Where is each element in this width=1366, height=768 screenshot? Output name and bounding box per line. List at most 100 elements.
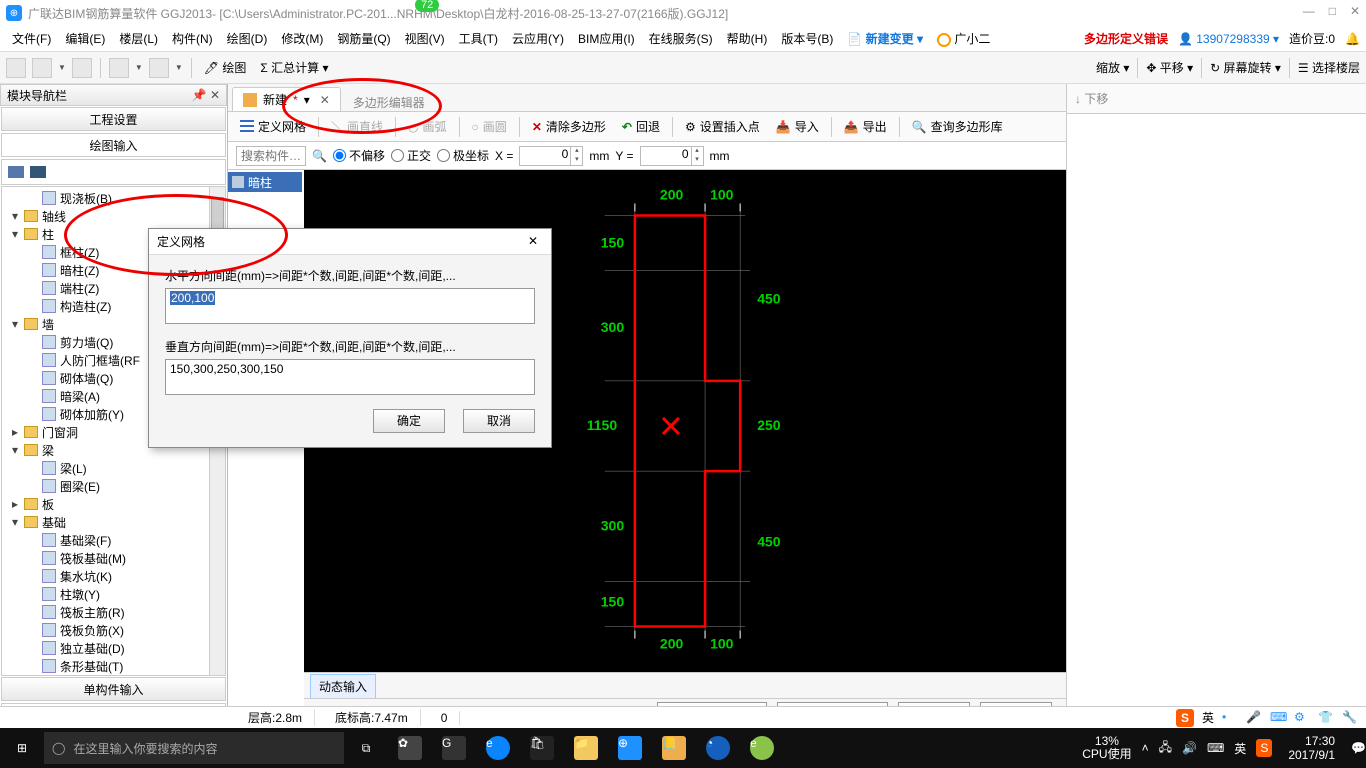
close-button[interactable]: ✕ [1350,4,1360,18]
btn-define-grid[interactable]: 定义网格 [236,116,310,137]
tb-zoom[interactable]: 缩放 ▾ [1096,59,1129,76]
btn-clear-polygon[interactable]: ✕ 清除多边形 [528,116,610,137]
dialog-ok[interactable]: 确定 [373,409,445,433]
menu-modify[interactable]: 修改(M) [275,28,329,49]
tree-node[interactable]: 集水坑(K) [2,567,225,585]
menu-file[interactable]: 文件(F) [6,28,57,49]
tb-pan[interactable]: ✥ 平移 ▾ [1146,59,1193,76]
menu-view[interactable]: 视图(V) [399,28,451,49]
user-small[interactable]: 广小二 [931,28,996,49]
btn-undo[interactable]: ↶ 回退 [618,116,664,137]
tray-sogou[interactable]: S [1256,739,1272,757]
tab-close[interactable]: ✕ [320,93,330,107]
ime-lang[interactable]: 英 [1202,709,1214,726]
tree-node[interactable]: 现浇板(B) [2,189,225,207]
notification-icon[interactable]: 🔔 [1345,32,1360,46]
tb-rotate[interactable]: ↻ 屏幕旋转 ▾ [1210,59,1281,76]
tree-node[interactable]: 筏板负筋(X) [2,621,225,639]
lp-ic1[interactable] [8,166,24,178]
tree-node[interactable]: 独立基础(D) [2,639,225,657]
tb-undo[interactable] [109,58,129,78]
menu-online[interactable]: 在线服务(S) [643,28,719,49]
component-search[interactable] [236,146,306,166]
credit-label[interactable]: 造价豆:0 [1289,30,1335,47]
dialog-cancel[interactable]: 取消 [463,409,535,433]
tray-kbd[interactable]: ⌨ [1207,741,1224,755]
tree-node[interactable]: ▾基础 [2,513,225,531]
tb-ggj[interactable]: ⊕ [608,728,652,768]
btn-search-lib[interactable]: 🔍 查询多边形库 [908,116,1007,137]
account-link[interactable]: 👤 13907298339 ▾ [1178,32,1279,46]
tb-app5[interactable]: e [740,728,784,768]
radio-no-offset[interactable]: 不偏移 [333,147,385,164]
ime-sogou-icon[interactable]: S [1176,709,1194,727]
btn-draw-circle[interactable]: ○ 画圆 [468,116,511,137]
btn-import[interactable]: 📥 导入 [772,116,823,137]
x-input[interactable]: 0▴▾ [519,146,583,166]
btn-move-down[interactable]: ↓ 下移 [1075,90,1108,107]
tb-store[interactable]: 🛍 [520,728,564,768]
dialog-close[interactable]: ✕ [523,232,543,252]
tree-node[interactable]: 柱墩(Y) [2,585,225,603]
tray-net[interactable]: 🖧 [1159,738,1172,759]
ime-ic6[interactable]: 🔧 [1342,710,1358,726]
menu-version[interactable]: 版本号(B) [775,28,839,49]
menu-tools[interactable]: 工具(T) [453,28,504,49]
tray-notifications[interactable]: 💬 [1351,741,1366,755]
tab-new-component[interactable]: 新建* ▾ ✕ [232,87,341,111]
btn-export[interactable]: 📤 导出 [840,116,891,137]
btn-set-insert[interactable]: ⚙ 设置插入点 [681,116,764,137]
ime-ic3[interactable]: ⌨ [1270,710,1286,726]
tree-node[interactable]: ▾轴线 [2,207,225,225]
menu-rebar[interactable]: 钢筋量(Q) [331,28,396,49]
tb-save[interactable] [72,58,92,78]
ime-ic2[interactable]: 🎤 [1246,710,1262,726]
tree-node[interactable]: 基础梁(F) [2,531,225,549]
menu-draw[interactable]: 绘图(D) [221,28,274,49]
tray-vol[interactable]: 🔊 [1182,741,1197,755]
new-change-button[interactable]: 📄 新建变更 ▾ [841,28,929,49]
v-spacing-input[interactable]: 150,300,250,300,150 [165,359,535,395]
left-panel-close[interactable]: ✕ [210,88,220,102]
ime-ic1[interactable]: • [1222,710,1238,726]
tree-node[interactable]: 桩承台(V) [2,675,225,676]
tb-edge[interactable]: e [476,728,520,768]
tree-node[interactable]: 条形基础(T) [2,657,225,675]
menu-cloud[interactable]: 云应用(Y) [506,28,570,49]
tree-node[interactable]: 筏板基础(M) [2,549,225,567]
btn-dynamic-input[interactable]: 动态输入 [310,674,376,699]
tree-node[interactable]: ▸板 [2,495,225,513]
tb-new[interactable] [6,58,26,78]
tb-draw[interactable]: 🖊 绘图 [200,59,251,76]
tab-single-input[interactable]: 单构件输入 [1,677,226,701]
tree-node[interactable]: 圈梁(E) [2,477,225,495]
radio-polar[interactable]: 极坐标 [437,147,489,164]
tb-app4[interactable]: ◔ [696,728,740,768]
tab-draw-input[interactable]: 绘图输入 [1,133,226,157]
radio-ortho[interactable]: 正交 [391,147,431,164]
tb-app2[interactable]: G [432,728,476,768]
ime-ic4[interactable]: ⚙ [1294,710,1310,726]
tb-open[interactable] [32,58,52,78]
maximize-button[interactable]: □ [1329,4,1336,18]
tray-up[interactable]: ˄ [1142,741,1149,755]
tree-node[interactable]: 筏板主筋(R) [2,603,225,621]
tb-app1[interactable]: ✿ [388,728,432,768]
update-badge[interactable]: 72 [415,0,439,12]
menu-edit[interactable]: 编辑(E) [59,28,111,49]
tb-explorer[interactable]: 📁 [564,728,608,768]
minimize-button[interactable]: — [1303,4,1315,18]
tab-project-settings[interactable]: 工程设置 [1,107,226,131]
menu-floor[interactable]: 楼层(L) [113,28,164,49]
tray-clock[interactable]: 17:30 2017/9/1 [1282,734,1341,762]
task-view[interactable]: ⧉ [344,728,388,768]
btn-draw-line[interactable]: ＼ 画直线 [327,116,387,137]
taskbar-search[interactable]: ◯ 在这里输入你要搜索的内容 [44,732,344,764]
menu-bim[interactable]: BIM应用(I) [572,28,641,49]
btn-draw-arc[interactable]: ◡ 画弧 [404,116,451,137]
tb-select-floor[interactable]: ☰ 选择楼层 [1298,59,1360,76]
lp-ic2[interactable] [30,166,46,178]
list-item-anzhu[interactable]: 暗柱 [228,172,302,192]
start-button[interactable]: ⊞ [0,728,44,768]
tb-sum-calc[interactable]: Σ 汇总计算 ▾ [256,59,332,76]
